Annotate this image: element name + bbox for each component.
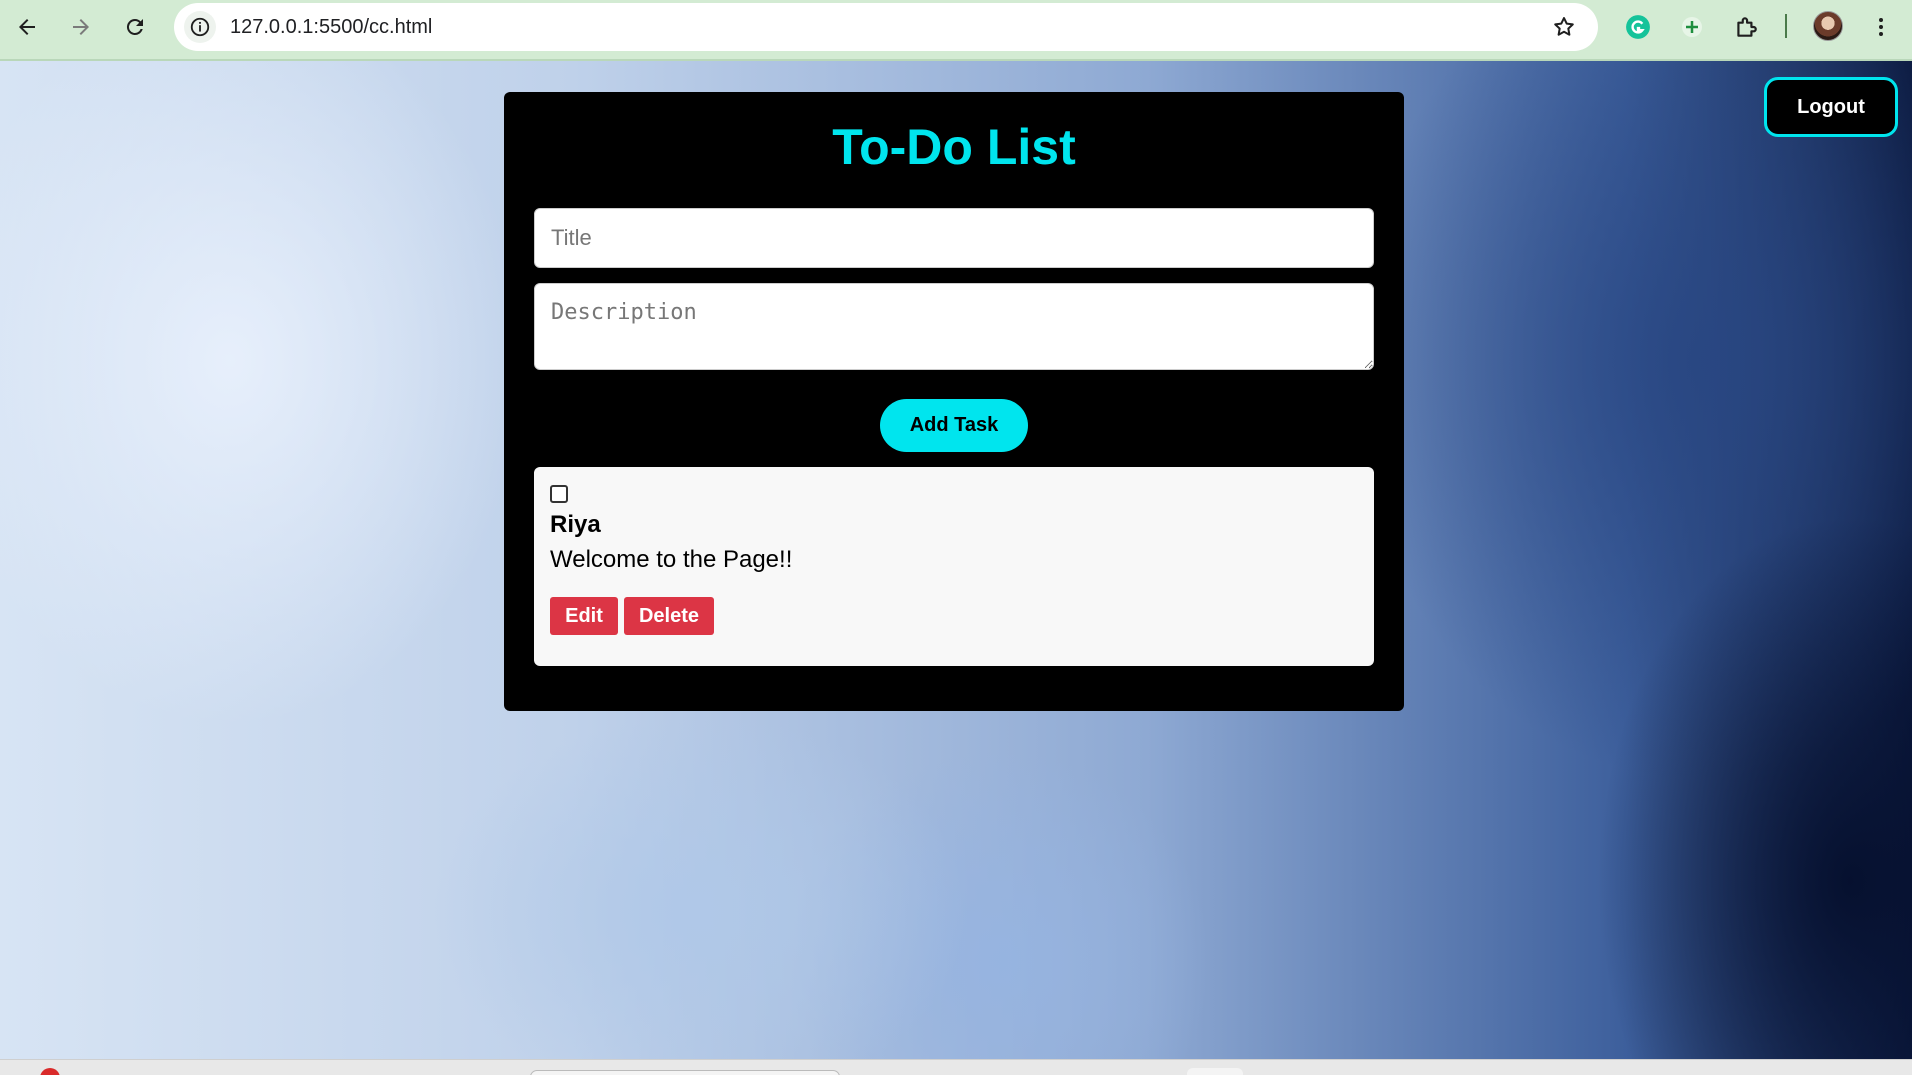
task-title: Riya bbox=[550, 511, 601, 538]
browser-toolbar: 127.0.0.1:5500/cc.html bbox=[0, 0, 1912, 61]
profile-avatar[interactable] bbox=[1813, 11, 1843, 41]
task-title-input[interactable] bbox=[534, 208, 1374, 268]
back-button[interactable] bbox=[9, 9, 45, 45]
page-title: To-Do List bbox=[832, 119, 1076, 175]
task-description-input[interactable] bbox=[534, 283, 1374, 370]
grammarly-icon[interactable] bbox=[1621, 10, 1655, 44]
delete-task-button[interactable]: Delete bbox=[624, 597, 714, 635]
task-complete-checkbox[interactable] bbox=[550, 485, 568, 503]
edit-task-button[interactable]: Edit bbox=[550, 597, 618, 635]
logout-button[interactable]: Logout bbox=[1764, 77, 1898, 137]
add-task-button[interactable]: Add Task bbox=[880, 399, 1028, 452]
page-background: Logout To-Do List Add Task Riya Welcome … bbox=[0, 61, 1912, 1059]
forward-icon bbox=[73, 19, 89, 35]
reload-button[interactable] bbox=[117, 9, 153, 45]
more-menu-icon[interactable] bbox=[1864, 10, 1898, 44]
taskbar-app-icon[interactable] bbox=[40, 1068, 60, 1075]
todo-card: To-Do List Add Task Riya Welcome to the … bbox=[504, 92, 1404, 711]
site-info-icon[interactable] bbox=[184, 11, 216, 43]
address-bar[interactable]: 127.0.0.1:5500/cc.html bbox=[174, 3, 1598, 51]
task-description: Welcome to the Page!! bbox=[550, 546, 793, 573]
add-extension-icon[interactable] bbox=[1675, 10, 1709, 44]
url-text[interactable]: 127.0.0.1:5500/cc.html bbox=[230, 3, 432, 51]
reload-icon bbox=[126, 18, 143, 35]
forward-button[interactable] bbox=[63, 9, 99, 45]
extensions-puzzle-icon[interactable] bbox=[1729, 10, 1763, 44]
back-icon bbox=[19, 19, 35, 35]
toolbar-divider bbox=[1785, 14, 1787, 38]
bookmark-star-icon[interactable] bbox=[1552, 15, 1576, 39]
taskbar bbox=[0, 1059, 1912, 1075]
taskbar-search-box[interactable] bbox=[530, 1070, 840, 1075]
task-item: Riya Welcome to the Page!! Edit Delete bbox=[534, 467, 1374, 666]
taskbar-window-tab[interactable] bbox=[1187, 1068, 1243, 1075]
